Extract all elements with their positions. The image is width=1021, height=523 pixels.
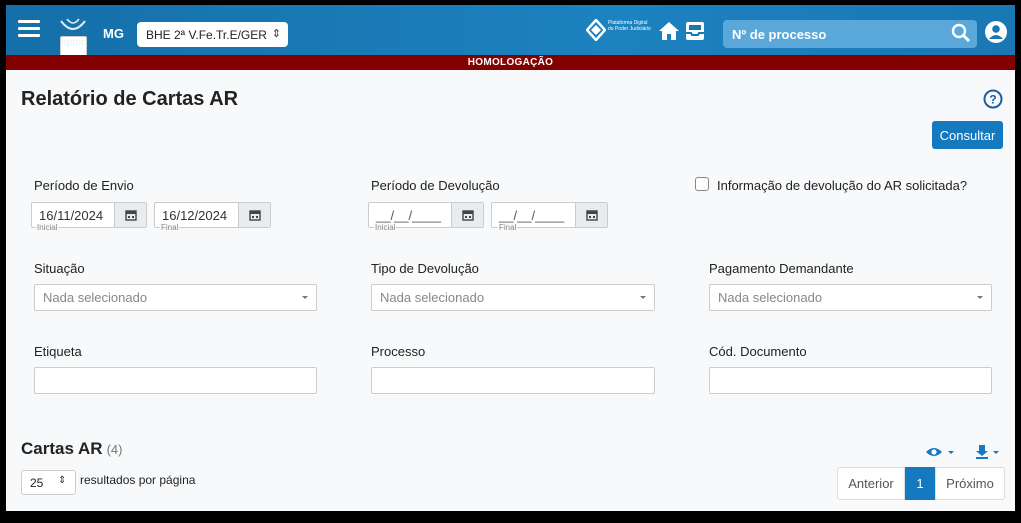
calendar-icon[interactable]: [114, 203, 146, 227]
page-size-select[interactable]: 25 ⇕: [21, 470, 76, 495]
process-search[interactable]: Nº de processo: [723, 20, 977, 48]
pagamento-label: Pagamento Demandante: [709, 261, 854, 276]
situacao-label: Situação: [34, 261, 85, 276]
pagination-page-1[interactable]: 1: [905, 467, 935, 500]
situacao-select[interactable]: Nada selecionado: [34, 284, 317, 311]
page-size-value: 25: [30, 476, 44, 490]
pdpj-diamond-icon: [585, 18, 607, 42]
sort-arrows-icon: ⇕: [271, 28, 281, 40]
eproc-logo-icon: [60, 18, 86, 30]
pdpj-logo[interactable]: Plataforma Digital do Poder Judiciário: [585, 18, 658, 45]
search-input[interactable]: Nº de processo: [732, 27, 826, 42]
consultar-button[interactable]: Consultar: [932, 121, 1003, 149]
cod-documento-label: Cód. Documento: [709, 344, 807, 359]
results-title-text: Cartas AR: [21, 439, 103, 458]
help-icon[interactable]: ?: [983, 89, 1003, 114]
tipo-devolucao-select-value: Nada selecionado: [380, 290, 485, 305]
sort-arrows-icon: ⇕: [58, 475, 67, 486]
eproc-logo[interactable]: eproc: [58, 15, 90, 63]
results-title: Cartas AR (4): [21, 439, 122, 459]
devolucao-inicial-sublabel: Inicial: [374, 223, 397, 232]
etiqueta-input[interactable]: [34, 367, 317, 394]
pagamento-select[interactable]: Nada selecionado: [709, 284, 992, 311]
eye-icon[interactable]: [925, 445, 963, 464]
home-icon[interactable]: [658, 21, 680, 46]
top-navbar: eproc MG BHE 2ª V.Fe.Tr.E/GER ⇕ Platafor…: [6, 5, 1015, 63]
calendar-icon[interactable]: [575, 203, 607, 227]
devolucao-final-value[interactable]: __/__/____: [499, 208, 564, 223]
tipo-devolucao-label: Tipo de Devolução: [371, 261, 479, 276]
envio-inicial-value[interactable]: 16/11/2024: [39, 208, 103, 223]
download-icon[interactable]: [975, 444, 1003, 465]
svg-text:?: ?: [989, 93, 996, 107]
caret-down-icon: [977, 296, 983, 299]
calendar-icon[interactable]: [238, 203, 270, 227]
calendar-icon[interactable]: [451, 203, 483, 227]
orgao-selected-value: BHE 2ª V.Fe.Tr.E/GER: [146, 28, 267, 42]
pagination-prev[interactable]: Anterior: [837, 467, 905, 500]
devolucao-final-sublabel: Final: [498, 223, 518, 232]
caret-down-icon: [302, 296, 308, 299]
inbox-icon[interactable]: [685, 21, 705, 46]
pagamento-select-value: Nada selecionado: [718, 290, 823, 305]
app-frame: eproc MG BHE 2ª V.Fe.Tr.E/GER ⇕ Platafor…: [6, 5, 1015, 511]
processo-label: Processo: [371, 344, 426, 359]
page-title: Relatório de Cartas AR: [21, 88, 239, 110]
search-icon[interactable]: [951, 23, 971, 48]
devolucao-inicial-value[interactable]: __/__/____: [376, 208, 441, 223]
uf-label: MG: [103, 26, 124, 41]
situacao-select-value: Nada selecionado: [43, 290, 148, 305]
pdpj-text: Plataforma Digital do Poder Judiciário: [608, 20, 651, 32]
info-devolucao-checkbox[interactable]: [695, 177, 709, 191]
results-count: (4): [106, 442, 123, 457]
periodo-envio-label: Período de Envio: [34, 178, 134, 193]
envio-final-value[interactable]: 16/12/2024: [162, 208, 227, 223]
environment-banner: HOMOLOGAÇÃO: [6, 55, 1015, 70]
etiqueta-label: Etiqueta: [34, 344, 82, 359]
orgao-select[interactable]: BHE 2ª V.Fe.Tr.E/GER ⇕: [137, 22, 288, 47]
tipo-devolucao-select[interactable]: Nada selecionado: [371, 284, 655, 311]
page-size-label: resultados por página: [80, 473, 196, 487]
caret-down-icon: [640, 296, 646, 299]
user-avatar-icon[interactable]: [985, 21, 1007, 48]
periodo-devolucao-label: Período de Devolução: [371, 178, 500, 193]
pagination: Anterior 1 Próximo: [837, 467, 1005, 500]
info-devolucao-label[interactable]: Informação de devolução do AR solicitada…: [717, 178, 967, 193]
pagination-next[interactable]: Próximo: [935, 467, 1005, 500]
processo-input[interactable]: [371, 367, 655, 394]
envio-inicial-sublabel: Inicial: [36, 223, 59, 232]
menu-icon[interactable]: [18, 20, 40, 38]
cod-documento-input[interactable]: [709, 367, 992, 394]
envio-final-sublabel: Final: [160, 223, 180, 232]
